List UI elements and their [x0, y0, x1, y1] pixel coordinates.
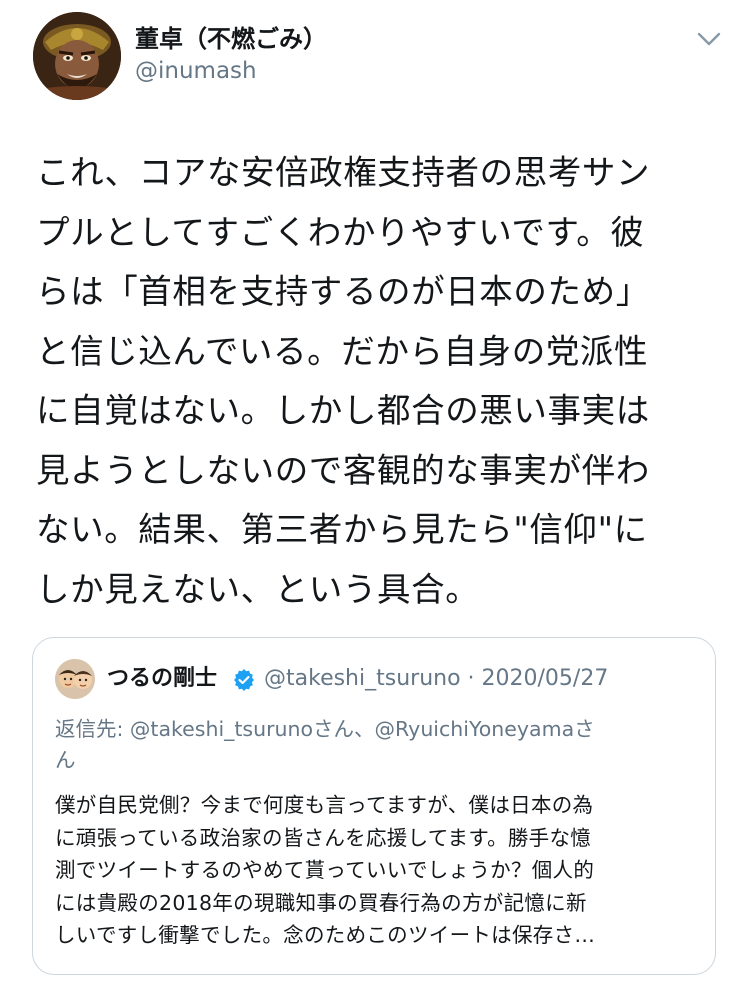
quoted-text-line: に頑張っている政治家の皆さんを応援してます。勝手な憶: [55, 825, 592, 850]
quoted-author-name: つるの剛士: [107, 666, 218, 691]
chevron-down-icon[interactable]: [695, 25, 723, 53]
tweet-text-line: プルとしてすごくわかりやすいです。彼: [36, 212, 645, 252]
tweet: 董卓（不燃ごみ） @inumash これ、コアな安倍政権支持者の思考サン プルと…: [0, 0, 750, 992]
quoted-tweet-text: 僕が自民党側？今まで何度も言ってますが、僕は日本の為 に頑張っている政治家の皆さ…: [55, 789, 705, 952]
tweet-text: これ、コアな安倍政権支持者の思考サン プルとしてすごくわかりやすいです。彼 らは…: [36, 143, 726, 619]
reply-to-line: ん: [55, 748, 76, 772]
tweet-text-line: これ、コアな安倍政権支持者の思考サン: [36, 153, 651, 192]
author-avatar[interactable]: [33, 12, 121, 100]
quoted-text-line: には貴殿の2018年の現職知事の買春行為の方が記憶に新: [55, 890, 587, 915]
tweet-text-line: と信じ込んでいる。だから自身の党派性: [36, 331, 649, 371]
reply-to-context: 返信先: @takeshi_tsurunoさん、@RyuichiYoneyama…: [55, 714, 695, 776]
tweet-text-line: に自覚はない。しかし都合の悪い事実は: [36, 391, 650, 430]
author-display-name[interactable]: 董卓（不燃ごみ）: [135, 24, 327, 54]
tweet-text-line: らは「首相を支持するのが日本のため」: [36, 272, 650, 311]
author-handle[interactable]: @inumash: [135, 57, 257, 85]
quoted-handle-date: @takeshi_tsuruno · 2020/05/27: [264, 666, 609, 691]
tweet-text-line: ない。結果、第三者から見たら"信仰"に: [36, 510, 648, 549]
quoted-text-line: 測でツイートするのやめて貰っていいでしょうか？個人的: [55, 858, 595, 882]
tweet-text-line: 見ようとしないので客観的な事実が伴わ: [36, 450, 650, 490]
verified-badge-icon: [233, 669, 255, 691]
quoted-author-avatar: [55, 659, 95, 699]
tweet-text-line: しか見えない、という具合。: [36, 569, 480, 609]
quoted-text-line: 僕が自民党側？今まで何度も言ってますが、僕は日本の為: [55, 793, 594, 817]
reply-to-line: 返信先: @takeshi_tsurunoさん、@RyuichiYoneyama…: [55, 717, 595, 741]
quoted-tweet-card[interactable]: つるの剛士 @takeshi_tsuruno · 2020/05/27 返信先:…: [32, 637, 716, 975]
quoted-text-line: しいですし衝撃でした。念のためこのツイートは保存さ…: [55, 923, 596, 947]
